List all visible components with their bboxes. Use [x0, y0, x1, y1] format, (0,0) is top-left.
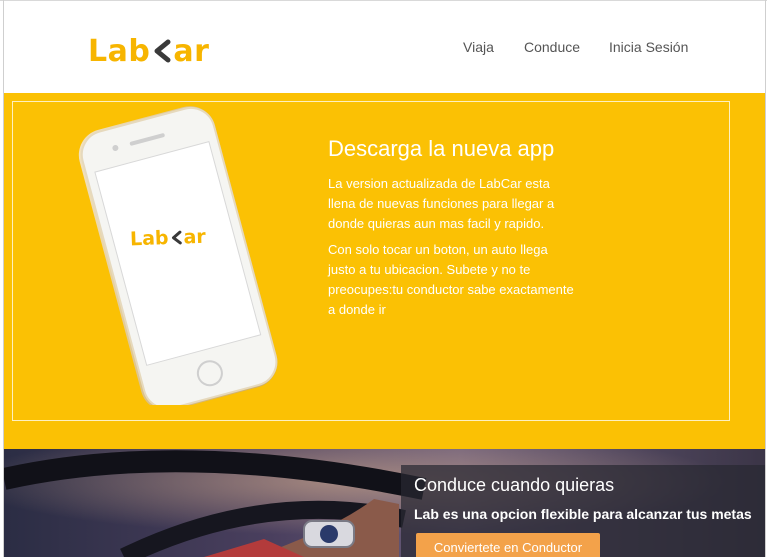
phone-screen-logo: Lab ar	[130, 226, 206, 251]
drive-subtitle: Lab es una opcion flexible para alcanzar…	[414, 506, 752, 522]
hero-paragraph-1: La version actualizada de LabCar esta ll…	[328, 176, 555, 231]
main-nav: Viaja Conduce Inicia Sesión	[0, 39, 767, 59]
chevron-left-icon	[171, 230, 182, 245]
drive-section: Conduce cuando quieras Lab es una opcion…	[4, 449, 766, 557]
drive-overlay-panel: Conduce cuando quieras Lab es una opcion…	[401, 465, 766, 557]
nav-inicia-sesion[interactable]: Inicia Sesión	[609, 39, 688, 55]
phone-illustration	[78, 106, 278, 411]
header: Lab ar Viaja Conduce Inicia Sesión	[0, 0, 767, 93]
nav-conduce[interactable]: Conduce	[524, 39, 580, 55]
app-download-section: Lab ar Descarga la nueva app La version …	[4, 93, 766, 449]
phone-image: Lab ar	[32, 105, 312, 411]
become-driver-button[interactable]: Conviertete en Conductor	[416, 533, 600, 557]
drive-title: Conduce cuando quieras	[414, 475, 615, 495]
phone-logo-ar: ar	[183, 225, 207, 249]
hero-title: Descarga la nueva app	[328, 136, 555, 161]
phone-logo-lab: Lab	[129, 226, 169, 251]
nav-viaja[interactable]: Viaja	[463, 39, 494, 55]
hero-paragraph-2: Con solo tocar un boton, un auto llega j…	[328, 242, 574, 317]
